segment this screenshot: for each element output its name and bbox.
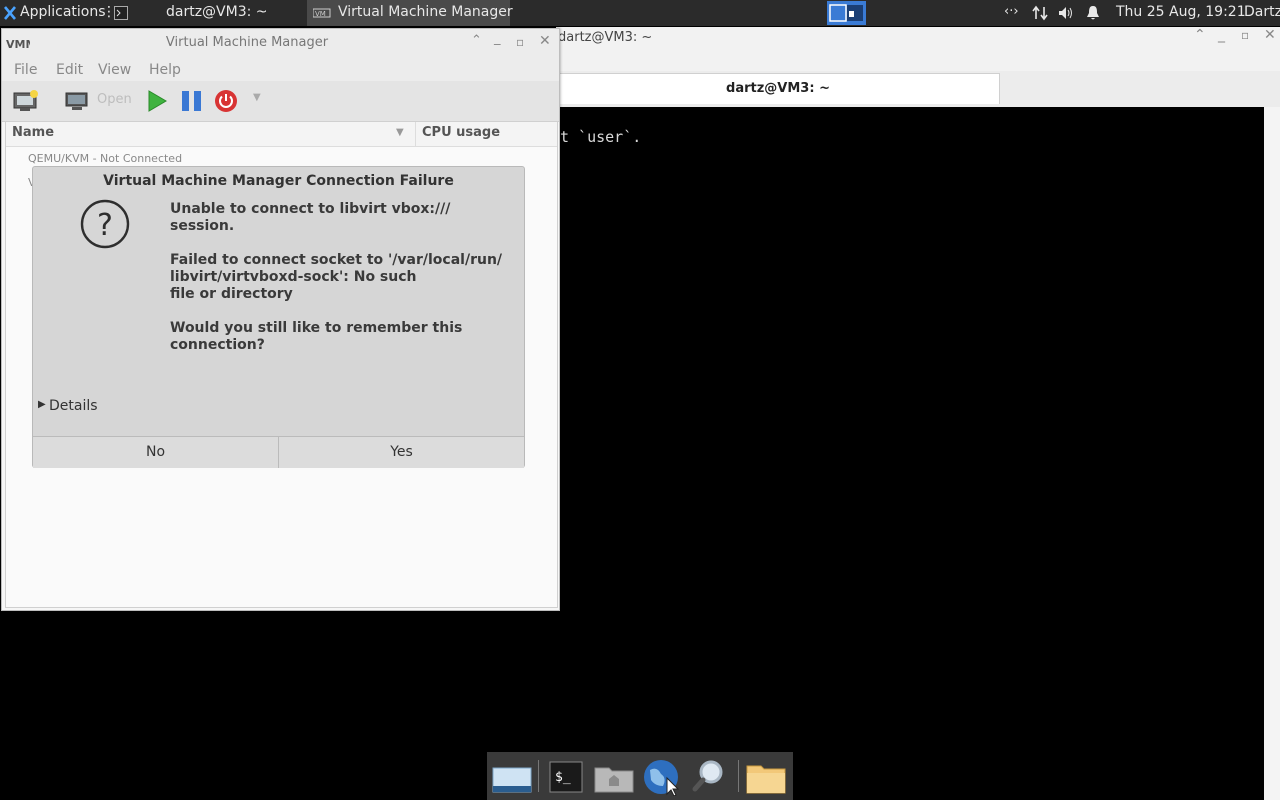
terminal-scrollbar[interactable] bbox=[1264, 107, 1280, 800]
applications-label: Applications bbox=[20, 4, 106, 20]
dock-search[interactable] bbox=[689, 756, 731, 796]
close-icon[interactable]: ✕ bbox=[1264, 27, 1276, 43]
column-cpu[interactable]: CPU usage bbox=[422, 125, 500, 140]
shutdown-menu-chevron-icon[interactable]: ▼ bbox=[253, 92, 261, 103]
menu-edit[interactable]: Edit bbox=[56, 62, 83, 78]
task-terminal[interactable]: dartz@VM3: ~ bbox=[110, 0, 306, 26]
terminal-tab-label: dartz@VM3: ~ bbox=[726, 81, 830, 96]
minimize-icon[interactable]: _ bbox=[1218, 27, 1225, 43]
error-line-3: Failed to connect socket to '/var/local/… bbox=[170, 252, 503, 268]
search-icon bbox=[692, 760, 723, 792]
volume-icon[interactable] bbox=[1058, 6, 1074, 20]
dock-desktop[interactable] bbox=[491, 756, 533, 796]
dock-separator bbox=[538, 760, 539, 792]
new-vm-icon[interactable] bbox=[12, 89, 40, 113]
yes-button[interactable]: Yes bbox=[279, 436, 524, 468]
close-icon[interactable]: ✕ bbox=[539, 33, 551, 49]
svg-text:?: ? bbox=[97, 208, 113, 243]
column-name[interactable]: Name bbox=[12, 125, 54, 140]
web-browser-icon bbox=[644, 760, 680, 797]
details-label: Details bbox=[49, 398, 98, 414]
terminal-line: t `user`. bbox=[560, 128, 642, 146]
shutdown-icon[interactable] bbox=[214, 89, 240, 115]
expander-triangle-icon: ▶ bbox=[38, 399, 46, 410]
terminal-tab[interactable]: dartz@VM3: ~ bbox=[556, 73, 1000, 104]
error-line-4: libvirt/virtvboxd-sock': No such bbox=[170, 269, 417, 285]
notification-bell-icon[interactable] bbox=[1086, 5, 1100, 21]
terminal-titlebar: dartz@VM3: ~ ⌃ _ ▫ ✕ bbox=[556, 27, 1280, 71]
terminal-output[interactable]: t `user`. bbox=[556, 107, 1264, 800]
vmm-toolbar: Open ▼ bbox=[2, 81, 559, 122]
open-button[interactable]: Open bbox=[97, 92, 132, 107]
terminal-icon bbox=[114, 6, 128, 20]
clock[interactable]: Thu 25 Aug, 19:21 bbox=[1116, 4, 1246, 20]
column-divider bbox=[415, 122, 416, 146]
vmm-title: Virtual Machine Manager bbox=[165, 35, 329, 50]
dock-web-browser[interactable] bbox=[641, 756, 683, 797]
minimize-up-icon[interactable]: ⌃ bbox=[1194, 27, 1206, 43]
terminal-icon: $_ bbox=[549, 761, 583, 793]
workspace-icon bbox=[829, 4, 863, 22]
vm-list-header: Name ▼ CPU usage bbox=[6, 122, 557, 147]
menu-help[interactable]: Help bbox=[149, 62, 181, 78]
open-console-icon[interactable] bbox=[64, 91, 90, 111]
vmm-menubar: File Edit View Help bbox=[2, 57, 559, 81]
svg-text:$_: $_ bbox=[555, 770, 571, 785]
sort-chevron-down-icon[interactable]: ▼ bbox=[396, 127, 404, 138]
connection-row-qemu[interactable]: QEMU/KVM - Not Connected bbox=[28, 152, 182, 165]
user-menu[interactable]: Dartz bbox=[1244, 4, 1280, 20]
maximize-icon[interactable]: ▫ bbox=[516, 35, 524, 49]
workspace-switcher[interactable] bbox=[827, 1, 866, 25]
dock: $_ bbox=[487, 752, 793, 800]
dock-terminal[interactable]: $_ bbox=[545, 756, 587, 796]
dock-home-folder[interactable] bbox=[593, 756, 635, 796]
svg-text:VM: VM bbox=[315, 10, 326, 18]
top-panel: Applications ⋮ dartz@VM3: ~ VM Virtual M… bbox=[0, 0, 1280, 26]
network-icon[interactable]: ‹·› bbox=[1004, 4, 1019, 19]
vmm-app-icon: VM bbox=[313, 8, 331, 18]
vmm-titlebar: VMM Virtual Machine Manager ⌃ _ ▫ ✕ bbox=[2, 29, 559, 57]
network-transfer-icon[interactable] bbox=[1032, 5, 1048, 21]
task-terminal-label: dartz@VM3: ~ bbox=[166, 4, 268, 20]
error-line-5: file or directory bbox=[170, 286, 293, 302]
error-line-2: session. bbox=[170, 218, 235, 234]
connection-failure-dialog: Virtual Machine Manager Connection Failu… bbox=[32, 166, 525, 468]
terminal-title: dartz@VM3: ~ bbox=[558, 30, 653, 45]
menu-file[interactable]: File bbox=[14, 62, 37, 78]
home-folder-icon bbox=[594, 767, 634, 793]
dock-files[interactable] bbox=[745, 756, 787, 796]
pause-icon[interactable] bbox=[180, 89, 204, 113]
desktop-icon bbox=[492, 767, 532, 793]
shade-icon[interactable]: ⌃ bbox=[471, 33, 482, 48]
question-icon: ? bbox=[80, 199, 130, 249]
applications-menu[interactable]: Applications ⋮ bbox=[0, 0, 116, 26]
run-icon[interactable] bbox=[145, 89, 169, 113]
no-button[interactable]: No bbox=[33, 436, 279, 468]
files-icon bbox=[746, 765, 786, 794]
task-vmm[interactable]: VM Virtual Machine Manager bbox=[307, 0, 513, 26]
menu-view[interactable]: View bbox=[98, 62, 131, 78]
maximize-icon[interactable]: ▫ bbox=[1241, 28, 1249, 42]
xfce-logo-icon bbox=[4, 6, 16, 20]
question-line-2: connection? bbox=[170, 337, 265, 353]
dock-separator bbox=[738, 760, 739, 792]
terminal-window: dartz@VM3: ~ ⌃ _ ▫ ✕ dartz@VM3: ~ t `use… bbox=[556, 27, 1280, 800]
task-vmm-label: Virtual Machine Manager bbox=[338, 4, 513, 20]
question-line-1: Would you still like to remember this bbox=[170, 320, 463, 336]
dialog-title: Virtual Machine Manager Connection Failu… bbox=[103, 173, 454, 189]
error-line-1: Unable to connect to libvirt vbox:/// bbox=[170, 201, 451, 217]
minimize-icon[interactable]: _ bbox=[494, 31, 501, 46]
